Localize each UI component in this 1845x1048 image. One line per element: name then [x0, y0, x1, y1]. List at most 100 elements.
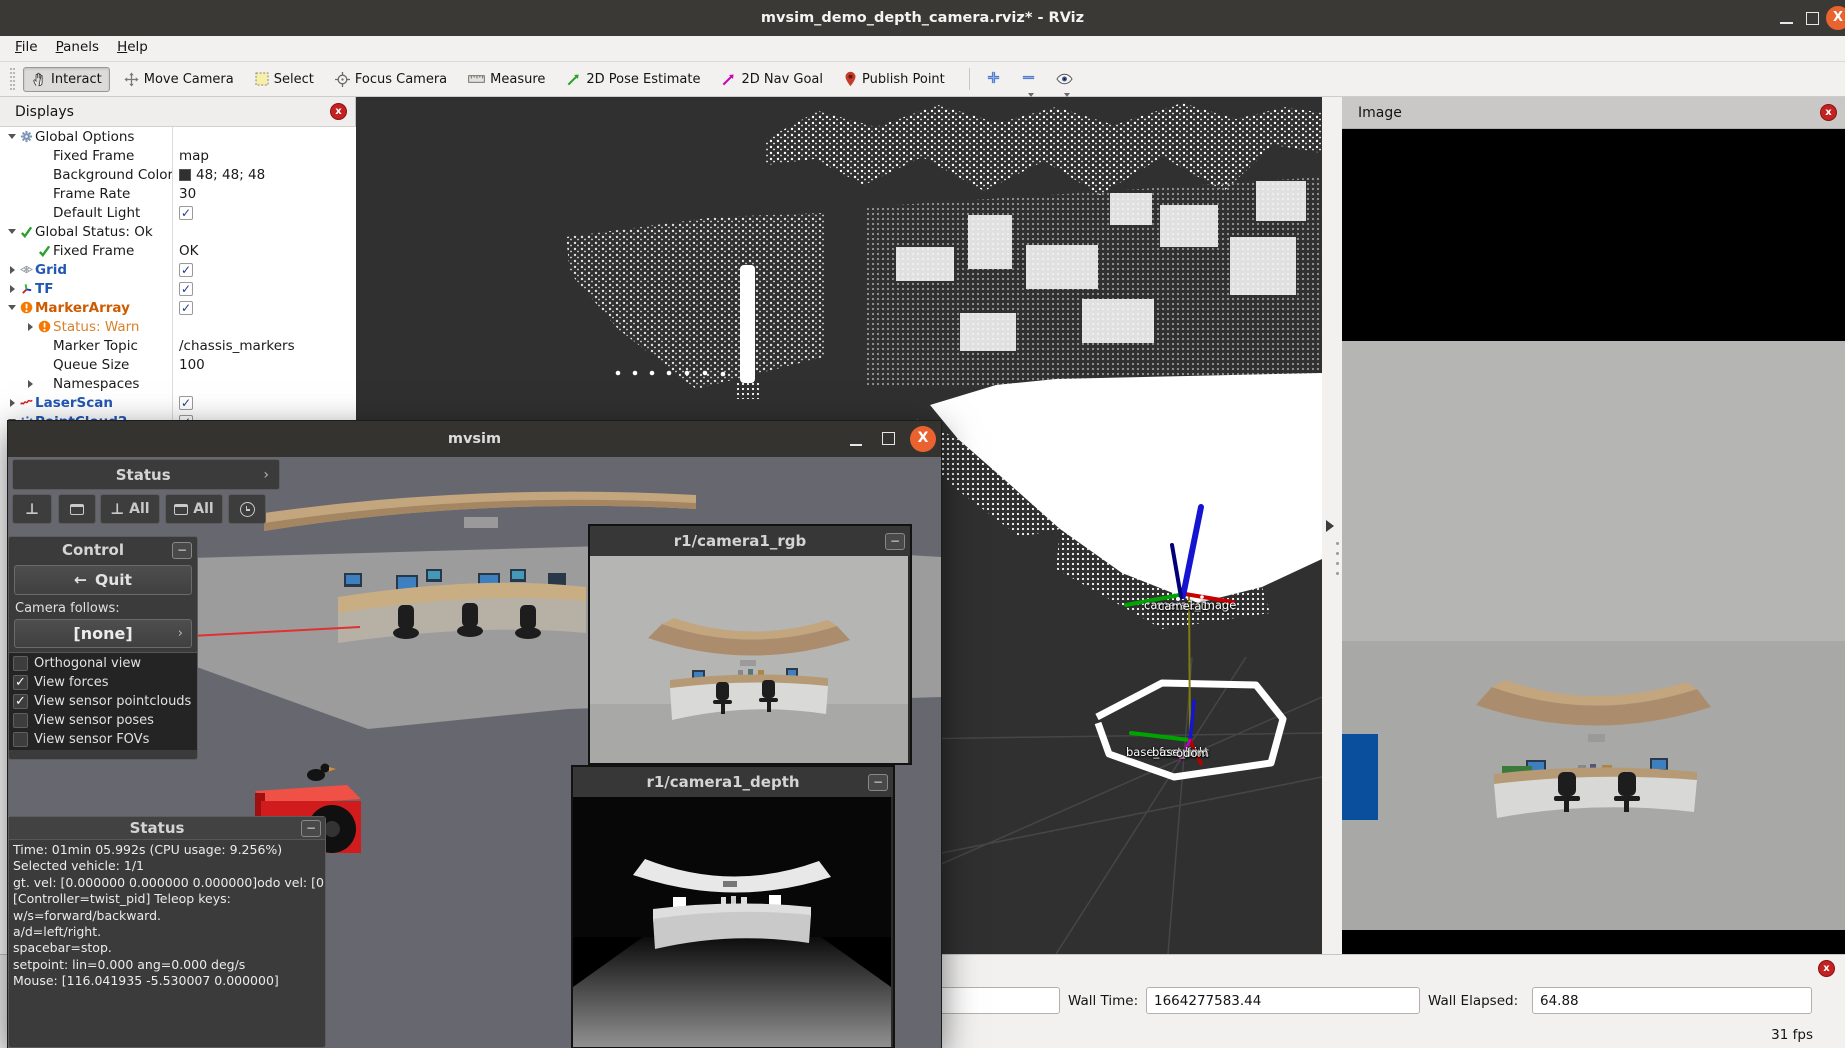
image-panel-header[interactable]: Image x — [1342, 97, 1845, 129]
maximize-icon[interactable] — [882, 432, 895, 445]
display-row-value[interactable] — [172, 206, 356, 220]
minimize-panel-icon[interactable]: − — [172, 542, 192, 559]
display-row-value[interactable]: 30 — [172, 186, 356, 202]
checkbox[interactable] — [179, 263, 193, 277]
display-row-value[interactable]: 48; 48; 48 — [172, 167, 356, 183]
tool-zoom-out[interactable] — [1015, 66, 1042, 93]
display-row[interactable]: Default Light — [0, 203, 356, 222]
window-titlebar[interactable]: mvsim_demo_depth_camera.rviz* - RViz X — [0, 0, 1845, 36]
display-row[interactable]: Status: Warn — [0, 317, 356, 336]
toolbar-grip[interactable] — [10, 68, 15, 90]
quit-button[interactable]: Quit — [14, 565, 192, 595]
expander-right-icon[interactable] — [24, 323, 36, 331]
expander-right-icon[interactable] — [6, 266, 18, 274]
display-row[interactable]: Fixed Framemap — [0, 146, 356, 165]
collapse-arrow-icon[interactable] — [1326, 520, 1334, 532]
dropdown-arrow-icon[interactable] — [1028, 93, 1034, 97]
tool-zoom-in[interactable] — [980, 66, 1007, 93]
checkbox[interactable] — [179, 396, 193, 410]
camera-follows-dropdown[interactable]: [none] › — [14, 619, 192, 648]
mvsim-window[interactable]: mvsim X Status › Control − Quit Camera f… — [8, 421, 941, 1048]
display-row-value[interactable]: map — [172, 148, 356, 164]
expander-right-icon[interactable] — [6, 399, 18, 407]
checkbox[interactable] — [179, 301, 193, 315]
tool-focus-camera[interactable]: Focus Camera — [328, 68, 454, 91]
tool-pose-estimate[interactable]: 2D Pose Estimate — [559, 68, 707, 91]
option-view-forces[interactable]: View forces — [9, 673, 197, 692]
menu-file[interactable]: File — [6, 36, 47, 55]
checkbox[interactable] — [13, 694, 28, 709]
checkbox[interactable] — [13, 732, 28, 747]
display-row[interactable]: Marker Topic/chassis_markers — [0, 336, 356, 355]
panel-splitter[interactable] — [1322, 97, 1342, 954]
tool-publish-point[interactable]: Publish Point — [837, 67, 952, 91]
mvsim-button-dock[interactable]: ⊥ — [12, 494, 52, 524]
displays-panel-header[interactable]: Displays x — [0, 97, 355, 127]
close-panel-icon[interactable]: x — [1818, 960, 1835, 977]
expander-right-icon[interactable] — [24, 380, 36, 388]
checkbox[interactable] — [13, 656, 28, 671]
display-row[interactable]: TF — [0, 279, 356, 298]
display-row[interactable]: Global Options — [0, 127, 356, 146]
maximize-icon[interactable] — [1806, 12, 1819, 25]
display-row-value[interactable]: 100 — [172, 357, 356, 373]
mvsim-button-window-all[interactable]: All — [165, 494, 223, 524]
option-view-sensor-fovs[interactable]: View sensor FOVs — [9, 730, 197, 749]
option-view-sensor-poses[interactable]: View sensor poses — [9, 711, 197, 730]
close-panel-icon[interactable]: x — [1820, 104, 1837, 121]
tool-camera-view[interactable] — [1050, 66, 1079, 93]
close-icon[interactable]: X — [1826, 6, 1845, 30]
display-row-value[interactable] — [172, 282, 356, 296]
wall-elapsed-field[interactable]: 64.88 — [1532, 987, 1812, 1014]
camera-rgb-window[interactable]: r1/camera1_rgb − — [588, 524, 912, 765]
mvsim-button-dock-all[interactable]: ⊥All — [100, 494, 160, 524]
minimize-icon[interactable] — [850, 444, 862, 446]
dropdown-arrow-icon[interactable] — [1064, 93, 1070, 97]
expander-down-icon[interactable] — [6, 305, 18, 310]
close-icon[interactable]: X — [910, 426, 936, 452]
mvsim-titlebar[interactable]: mvsim X — [8, 421, 941, 457]
menu-help[interactable]: Help — [108, 36, 157, 55]
tool-nav-goal[interactable]: 2D Nav Goal — [714, 68, 830, 91]
checkbox[interactable] — [179, 206, 193, 220]
menu-panels[interactable]: Panels — [47, 36, 108, 55]
display-row[interactable]: Background Color48; 48; 48 — [0, 165, 356, 184]
expander-down-icon[interactable] — [6, 229, 18, 234]
option-view-sensor-pointclouds[interactable]: View sensor pointclouds — [9, 692, 197, 711]
display-row-value[interactable] — [172, 263, 356, 277]
checkbox[interactable] — [13, 713, 28, 728]
close-panel-icon[interactable]: x — [330, 103, 347, 120]
display-row-value[interactable] — [172, 396, 356, 410]
tool-interact[interactable]: Interact — [23, 67, 110, 92]
camera-depth-titlebar[interactable]: r1/camera1_depth − — [573, 767, 893, 797]
expander-right-icon[interactable] — [6, 285, 18, 293]
display-row[interactable]: LaserScan — [0, 393, 356, 412]
display-row[interactable]: Queue Size100 — [0, 355, 356, 374]
wall-time-field[interactable]: 1664277583.44 — [1146, 987, 1420, 1014]
mvsim-status-menu[interactable]: Status › — [12, 459, 280, 490]
display-row[interactable]: Namespaces — [0, 374, 356, 393]
camera-depth-window[interactable]: r1/camera1_depth − — [571, 765, 895, 1048]
checkbox[interactable] — [179, 282, 193, 296]
tool-measure[interactable]: Measure — [461, 68, 552, 91]
expander-down-icon[interactable] — [6, 134, 18, 139]
tool-move-camera[interactable]: Move Camera — [117, 68, 241, 91]
minimize-panel-icon[interactable]: − — [885, 533, 905, 550]
display-row[interactable]: MarkerArray — [0, 298, 356, 317]
checkbox[interactable] — [13, 675, 28, 690]
display-row[interactable]: Fixed FrameOK — [0, 241, 356, 260]
display-row[interactable]: Global Status: Ok — [0, 222, 356, 241]
display-row-value[interactable] — [172, 301, 356, 315]
mvsim-button-clock[interactable] — [228, 494, 266, 524]
camera-rgb-titlebar[interactable]: r1/camera1_rgb − — [590, 526, 910, 556]
option-orthogonal-view[interactable]: Orthogonal view — [9, 654, 197, 673]
display-row-value[interactable]: OK — [172, 243, 356, 259]
minimize-icon[interactable] — [1780, 22, 1793, 24]
minimize-panel-icon[interactable]: − — [868, 774, 888, 791]
display-row-value[interactable]: /chassis_markers — [172, 338, 356, 354]
display-row[interactable]: Grid — [0, 260, 356, 279]
tool-select[interactable]: Select — [248, 68, 321, 91]
minimize-panel-icon[interactable]: − — [301, 820, 321, 837]
display-row[interactable]: Frame Rate30 — [0, 184, 356, 203]
mvsim-button-window[interactable] — [58, 494, 96, 524]
